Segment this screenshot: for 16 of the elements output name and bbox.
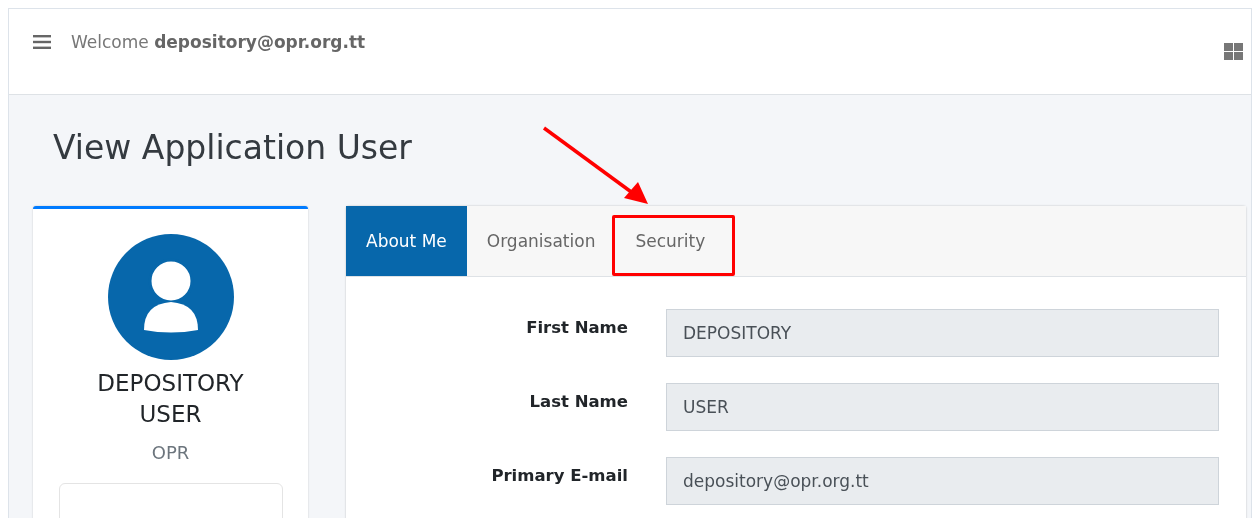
input-field[interactable]: depository@opr.org.tt [666,457,1219,505]
apps-grid-icon[interactable] [1224,43,1243,60]
tab[interactable]: Organisation [466,206,616,276]
profile-name: DEPOSITORY USER [96,369,245,429]
input-field[interactable]: USER [666,383,1219,431]
user-avatar-icon [107,234,234,360]
tab[interactable]: Security [615,206,726,276]
welcome-text: Welcome depository@opr.org.tt [71,32,366,52]
field-label: Last Name [528,391,628,411]
field-label: Primary E-mail [490,465,628,485]
page-title: View Application User [53,128,413,168]
menu-icon[interactable] [33,35,51,49]
field-label: First Name [525,317,628,337]
tab[interactable]: About Me [346,206,467,276]
profile-organisation: OPR [151,442,190,463]
input-field[interactable]: DEPOSITORY [666,309,1219,357]
